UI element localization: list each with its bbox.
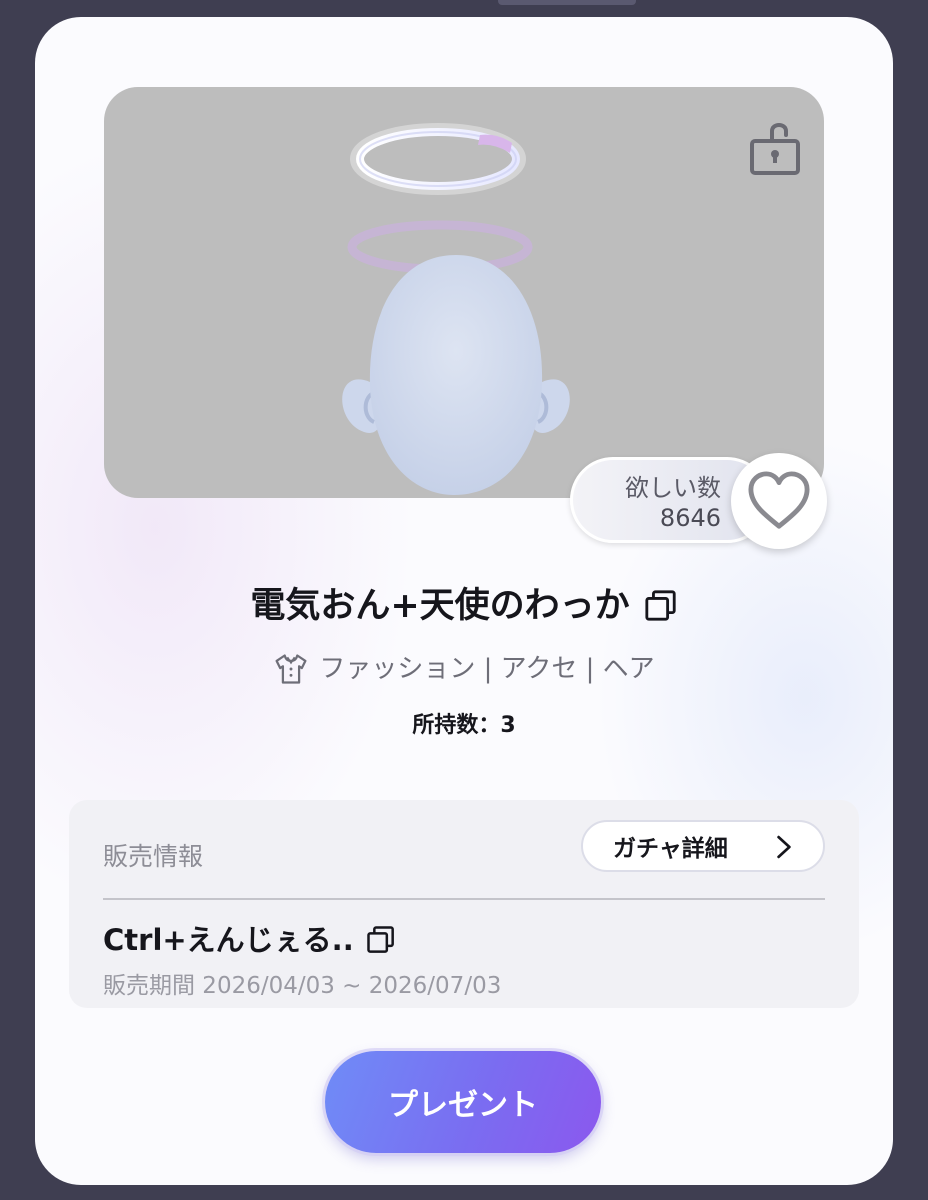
avatar-preview-image	[342, 123, 570, 495]
sales-period: 販売期間 2026/04/03 ~ 2026/07/03	[103, 973, 502, 999]
gacha-name: Ctrl+えんじぇる..	[103, 923, 354, 957]
owned-count: 所持数：3	[412, 713, 516, 738]
chevron-right-icon	[777, 835, 791, 859]
shirt-icon	[275, 654, 307, 684]
unlocked-padlock-icon[interactable]	[746, 119, 804, 177]
heart-outline-icon	[748, 471, 810, 529]
gacha-detail-button[interactable]: ガチャ詳細	[581, 820, 825, 872]
sales-info-label: 販売情報	[103, 842, 204, 871]
wish-label: 欲しい数	[625, 474, 721, 502]
gacha-detail-label: ガチャ詳細	[613, 836, 728, 862]
copy-icon[interactable]	[366, 925, 396, 955]
item-category-path: ファッション | アクセ | ヘア	[319, 654, 655, 684]
item-preview	[104, 87, 824, 498]
gacha-name-row: Ctrl+えんじぇる..	[103, 922, 396, 958]
sales-info-panel: 販売情報 ガチャ詳細 Ctrl+えんじぇる.. 販売期間 2026/04/03 …	[69, 800, 859, 1008]
item-detail-card: 欲しい数 8646 電気おん+天使のわっか ファッション | アクセ | ヘア …	[35, 17, 893, 1185]
wish-count: 8646	[659, 504, 721, 532]
top-tab-indicator	[498, 0, 636, 5]
copy-icon[interactable]	[644, 589, 678, 623]
wish-heart-button[interactable]	[731, 453, 827, 549]
item-title: 電気おん+天使のわっか	[250, 586, 630, 626]
wish-counter: 欲しい数 8646	[570, 453, 838, 549]
present-button-label: プレゼント	[388, 1088, 538, 1123]
sales-divider	[103, 898, 825, 900]
item-category-row: ファッション | アクセ | ヘア	[35, 649, 893, 699]
present-button[interactable]: プレゼント	[325, 1051, 601, 1153]
item-title-row: 電気おん+天使のわっか	[35, 583, 893, 629]
